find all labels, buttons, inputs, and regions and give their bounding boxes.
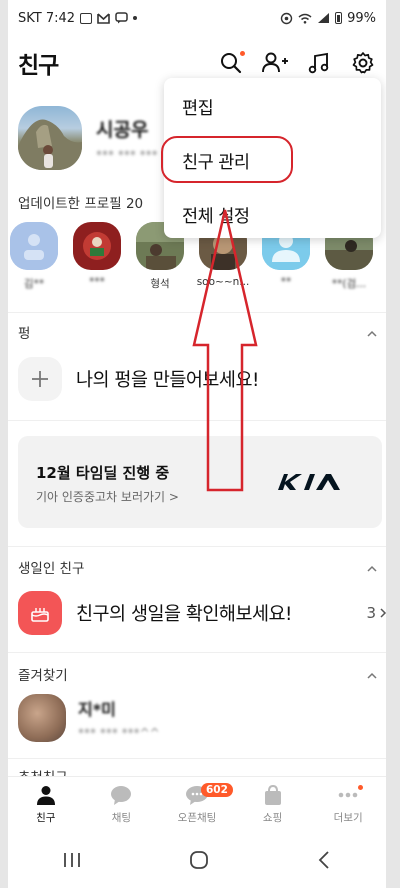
my-name: 시공우 bbox=[96, 118, 149, 141]
birthday-row[interactable]: 친구의 생일을 확인해보세요! 3 bbox=[18, 590, 388, 636]
my-status: *** *** *** bbox=[96, 147, 158, 162]
friend-avatar bbox=[73, 222, 121, 270]
annotation-arrow-icon bbox=[192, 209, 258, 492]
messenger-icon bbox=[115, 12, 128, 24]
add-friend-button[interactable] bbox=[260, 48, 290, 78]
friend-name: 지*미 bbox=[78, 700, 116, 719]
battery-level: 99% bbox=[347, 10, 376, 26]
birthday-prompt: 친구의 생일을 확인해보세요! bbox=[76, 604, 292, 625]
birthday-label: 생일인 친구 bbox=[18, 561, 85, 577]
my-avatar bbox=[18, 106, 82, 170]
favorite-friend[interactable]: 지*미 *** *** ***^^ bbox=[18, 694, 160, 742]
hotspot-icon bbox=[280, 12, 293, 24]
friend-name: 김** bbox=[23, 278, 45, 290]
friend-status: *** *** ***^^ bbox=[78, 726, 160, 740]
tab-label: 친구 bbox=[36, 812, 56, 824]
divider bbox=[8, 758, 386, 759]
dot-icon bbox=[133, 16, 138, 20]
back-icon[interactable] bbox=[315, 849, 333, 871]
status-bar: SKT 7:42 99% bbox=[8, 0, 386, 36]
new-dot bbox=[358, 785, 364, 790]
settings-button[interactable] bbox=[348, 48, 378, 78]
birthday-count[interactable]: 3 bbox=[366, 604, 388, 622]
updated-profile-item[interactable]: *** bbox=[73, 222, 121, 292]
frame-edge bbox=[0, 0, 8, 888]
tab-chats[interactable]: 채팅 bbox=[84, 777, 160, 832]
image-icon bbox=[80, 12, 93, 24]
frame-edge bbox=[386, 0, 400, 888]
gmail-icon bbox=[97, 12, 110, 24]
tab-label: 더보기 bbox=[333, 812, 363, 824]
avatar-photo bbox=[18, 119, 82, 170]
friend-name: 형석 bbox=[150, 278, 170, 290]
friend-avatar bbox=[18, 694, 66, 742]
cake-icon bbox=[31, 608, 49, 622]
updated-profile-item[interactable]: 김** bbox=[10, 222, 58, 292]
bottom-tab-bar: 친구 채팅 602 오픈채팅 쇼핑 더보기 bbox=[8, 776, 386, 832]
app-screen: SKT 7:42 99% 친구 시공우 *** *** *** 업데이트한 프로… bbox=[0, 0, 400, 888]
music-icon bbox=[308, 52, 329, 74]
tab-friends[interactable]: 친구 bbox=[8, 777, 84, 832]
tab-shopping[interactable]: 쇼핑 bbox=[235, 777, 311, 832]
friend-name: ** bbox=[280, 276, 292, 288]
ad-title: 12월 타임딜 진행 중 bbox=[36, 464, 170, 482]
birthday-count-value: 3 bbox=[366, 604, 376, 622]
recents-icon[interactable] bbox=[61, 851, 83, 869]
header-actions bbox=[216, 48, 386, 78]
chevron-up-icon[interactable] bbox=[366, 563, 378, 575]
music-button[interactable] bbox=[304, 48, 334, 78]
tab-label: 쇼핑 bbox=[262, 812, 283, 824]
updated-profiles-label: 업데이트한 프로필 20 bbox=[18, 196, 144, 212]
new-dot bbox=[240, 51, 245, 56]
signal-icon bbox=[318, 13, 330, 23]
chevron-up-icon[interactable] bbox=[366, 670, 378, 682]
cake-icon-box bbox=[18, 591, 62, 635]
divider bbox=[8, 546, 386, 547]
search-button[interactable] bbox=[216, 48, 246, 78]
tab-label: 채팅 bbox=[111, 812, 132, 824]
menu-item-edit[interactable]: 편집 bbox=[182, 95, 214, 120]
shopping-bag-icon bbox=[264, 784, 281, 805]
home-icon[interactable] bbox=[188, 849, 210, 871]
friend-name: **(검... bbox=[331, 278, 367, 290]
kia-logo bbox=[278, 474, 340, 490]
tab-more[interactable]: 더보기 bbox=[310, 777, 386, 832]
person-icon bbox=[36, 786, 55, 805]
more-icon bbox=[338, 792, 358, 798]
system-nav-bar bbox=[8, 832, 386, 888]
tab-label: 오픈채팅 bbox=[177, 812, 217, 824]
divider bbox=[8, 652, 386, 653]
unread-badge: 602 bbox=[200, 783, 233, 797]
plus-icon bbox=[32, 371, 48, 387]
favorites-label: 즐겨찾기 bbox=[18, 668, 68, 684]
add-pung-button[interactable] bbox=[18, 357, 62, 401]
carrier-time: SKT 7:42 bbox=[18, 10, 76, 26]
page-title: 친구 bbox=[18, 53, 59, 79]
chevron-up-icon[interactable] bbox=[366, 328, 378, 340]
pung-label: 펑 bbox=[18, 326, 31, 342]
tab-open-chat[interactable]: 602 오픈채팅 bbox=[159, 777, 235, 832]
add-friend-icon bbox=[262, 52, 288, 73]
battery-icon bbox=[335, 12, 343, 24]
wifi-icon bbox=[298, 13, 312, 24]
friend-avatar bbox=[10, 222, 58, 270]
chat-icon bbox=[111, 786, 132, 805]
ad-subtitle: 기아 인증중고차 보러가기 > bbox=[36, 490, 179, 504]
settings-icon bbox=[352, 52, 374, 74]
annotation-highlight-circle bbox=[161, 136, 293, 183]
friend-name: *** bbox=[89, 276, 105, 288]
